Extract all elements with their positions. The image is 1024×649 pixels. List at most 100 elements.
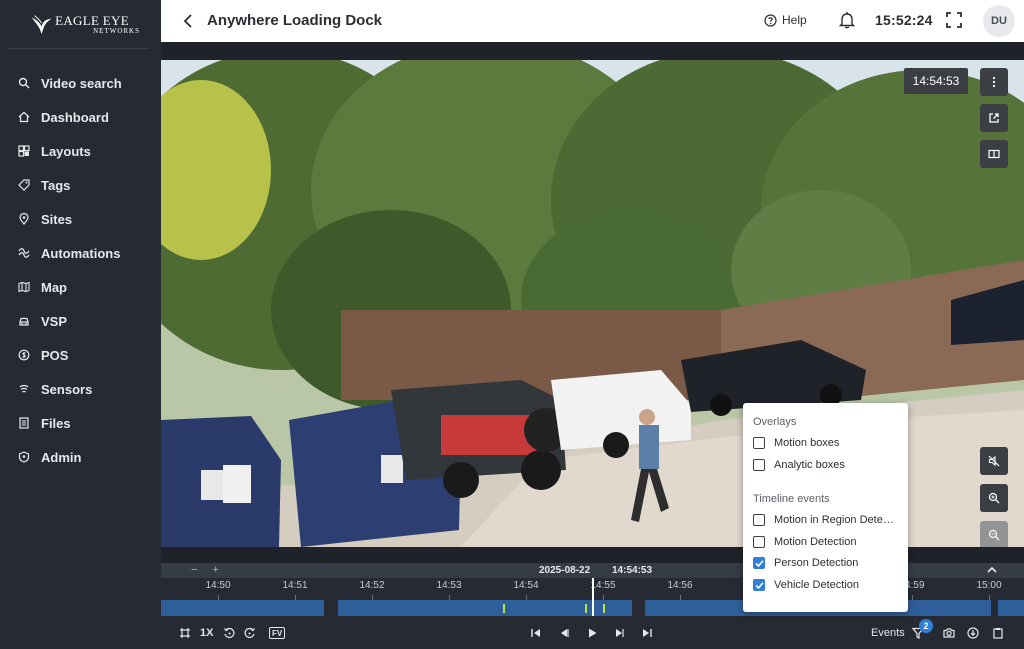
play-icon (589, 628, 597, 638)
timeline-playhead[interactable] (592, 578, 594, 616)
sidebar-item-files[interactable]: Files (0, 406, 161, 440)
overlay-analytic-boxes[interactable]: Analytic boxes (753, 459, 903, 471)
forward-seconds-button[interactable] (244, 626, 256, 640)
clip-button[interactable] (179, 626, 191, 640)
sidebar-item-video-search[interactable]: Video search (0, 66, 161, 100)
help-button[interactable]: Help (764, 13, 807, 27)
snapshot-button[interactable] (943, 626, 955, 640)
step-forward-icon (616, 629, 624, 637)
video-menu-button[interactable] (980, 68, 1008, 96)
event-marker[interactable] (585, 604, 587, 613)
fv-button[interactable]: FV (269, 627, 286, 639)
checkbox-checked[interactable] (753, 579, 765, 591)
event-marker[interactable] (603, 604, 605, 613)
mute-button[interactable] (980, 447, 1008, 475)
tick-label: 14:54 (513, 580, 539, 591)
checkbox[interactable] (753, 514, 765, 526)
pos-icon (18, 349, 30, 361)
tick-label: 15:00 (976, 580, 1002, 591)
tick-label: 14:56 (667, 580, 693, 591)
timeline-zoom-in-button[interactable]: + (213, 564, 219, 576)
car-icon (18, 315, 30, 327)
step-forward-button[interactable] (613, 626, 625, 640)
sidebar-item-label: Automations (41, 245, 121, 261)
open-external-button[interactable] (980, 104, 1008, 132)
sidebar-divider (7, 48, 149, 49)
event-person-detection[interactable]: Person Detection (753, 557, 903, 569)
sidebar-item-sites[interactable]: Sites (0, 202, 161, 236)
search-icon (18, 77, 30, 89)
sidebar-item-layouts[interactable]: Layouts (0, 134, 161, 168)
external-link-icon (989, 113, 999, 123)
camera-icon (943, 628, 955, 638)
timeline-events-popup: Overlays Motion boxes Analytic boxes Tim… (743, 403, 908, 612)
automation-icon (18, 247, 30, 259)
fullscreen-icon[interactable] (946, 12, 962, 28)
back-button[interactable] (179, 11, 197, 31)
brand-name: EAGLE EYE (55, 12, 129, 28)
sidebar-item-pos[interactable]: POS (0, 338, 161, 372)
avatar[interactable]: DU (983, 5, 1015, 37)
clipboard-button[interactable] (992, 626, 1004, 640)
recording-segment[interactable] (998, 600, 1024, 616)
option-label: Motion Detection (774, 536, 857, 548)
eagle-eye-logo[interactable]: EAGLE EYE NETWORKS (30, 8, 140, 40)
tick-label: 14:51 (282, 580, 308, 591)
check-icon (754, 559, 764, 567)
bell-icon[interactable] (839, 11, 855, 29)
event-vehicle-detection[interactable]: Vehicle Detection (753, 579, 903, 591)
sidebar-item-automations[interactable]: Automations (0, 236, 161, 270)
skip-back-icon (531, 629, 540, 637)
checkbox[interactable] (753, 437, 765, 449)
skip-to-live-button[interactable] (641, 626, 653, 640)
step-back-button[interactable] (558, 626, 570, 640)
sidebar-item-vsp[interactable]: VSP (0, 304, 161, 338)
sidebar-item-admin[interactable]: Admin (0, 440, 161, 474)
chevron-up-icon[interactable] (985, 564, 999, 576)
tick-label: 14:53 (436, 580, 462, 591)
file-icon (18, 417, 30, 429)
timeline-zoom-out-button[interactable]: − (191, 564, 197, 576)
brand-subname: NETWORKS (93, 26, 140, 35)
zoom-out-button[interactable] (980, 521, 1008, 547)
tick-label: 14:52 (359, 580, 385, 591)
tick-label: 14:55 (590, 580, 616, 591)
camera-timestamp: 14:54:53 (904, 68, 968, 94)
map-icon (18, 281, 30, 293)
speed-button[interactable]: 1X (200, 626, 213, 640)
option-label: Analytic boxes (774, 459, 845, 471)
events-label[interactable]: Events (871, 627, 905, 639)
sidebar-item-label: POS (41, 347, 69, 363)
admin-icon (18, 451, 30, 463)
play-button[interactable] (586, 626, 598, 640)
sidebar-item-map[interactable]: Map (0, 270, 161, 304)
checkbox[interactable] (753, 459, 765, 471)
rewind-seconds-button[interactable] (223, 626, 235, 640)
skip-to-start-button[interactable] (530, 626, 542, 640)
event-motion-in-region[interactable]: Motion in Region Detection (753, 514, 903, 526)
sidebar-item-dashboard[interactable]: Dashboard (0, 100, 161, 134)
sidebar-item-label: Files (41, 415, 71, 431)
download-icon (967, 627, 979, 639)
zoom-in-icon (988, 492, 1000, 504)
check-icon (754, 581, 764, 589)
split-view-button[interactable] (980, 140, 1008, 168)
skip-forward-icon (643, 629, 652, 637)
chevron-left-icon (183, 14, 192, 28)
checkbox-checked[interactable] (753, 557, 765, 569)
speaker-muted-icon (988, 455, 1000, 467)
sidebar-item-label: Tags (41, 177, 71, 193)
overlay-motion-boxes[interactable]: Motion boxes (753, 437, 903, 449)
checkbox[interactable] (753, 536, 765, 548)
sidebar-item-label: Dashboard (41, 109, 109, 125)
zoom-in-button[interactable] (980, 484, 1008, 512)
event-motion-detection[interactable]: Motion Detection (753, 536, 903, 548)
sidebar-item-label: Sites (41, 211, 73, 227)
sidebar-item-sensors[interactable]: Sensors (0, 372, 161, 406)
recording-segment[interactable] (338, 600, 632, 616)
sidebar-item-tags[interactable]: Tags (0, 168, 161, 202)
timeline-time: 14:54:53 (612, 565, 653, 576)
recording-segment[interactable] (161, 600, 324, 616)
event-marker[interactable] (503, 604, 505, 613)
download-button[interactable] (967, 626, 979, 640)
